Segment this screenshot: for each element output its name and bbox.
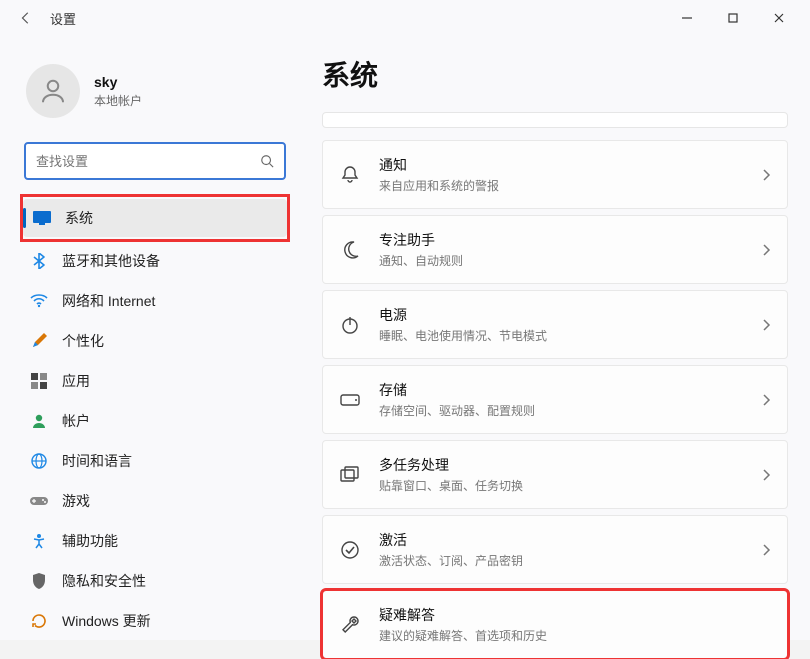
shield-icon [30, 572, 48, 590]
display-icon [33, 209, 51, 227]
card-subtitle: 贴靠窗口、桌面、任务切换 [379, 477, 743, 494]
sidebar: sky 本地帐户 系统 蓝牙和其他设 [0, 36, 300, 659]
apps-icon [30, 372, 48, 390]
card-partial-top[interactable] [322, 112, 788, 128]
back-button[interactable] [8, 0, 44, 36]
chevron-right-icon [761, 168, 771, 182]
nav-item-bluetooth[interactable]: 蓝牙和其他设备 [20, 242, 290, 280]
nav-item-privacy[interactable]: 隐私和安全性 [20, 562, 290, 600]
page-title: 系统 [322, 54, 788, 94]
nav-item-personalization[interactable]: 个性化 [20, 322, 290, 360]
multitask-icon [339, 466, 361, 484]
user-account-row[interactable]: sky 本地帐户 [20, 46, 290, 138]
card-subtitle: 存储空间、驱动器、配置规则 [379, 402, 743, 419]
search-icon [260, 154, 274, 168]
avatar [26, 64, 80, 118]
nav-label: 系统 [65, 208, 93, 228]
minimize-button[interactable] [664, 2, 710, 34]
card-subtitle: 来自应用和系统的警报 [379, 177, 743, 194]
nav-item-windows-update[interactable]: Windows 更新 [20, 602, 290, 640]
bluetooth-icon [30, 252, 48, 270]
settings-card-troubleshoot[interactable]: 疑难解答 建议的疑难解答、首选项和历史 [322, 590, 788, 659]
settings-card-storage[interactable]: 存储 存储空间、驱动器、配置规则 [322, 365, 788, 434]
chevron-right-icon [761, 393, 771, 407]
nav-item-accessibility[interactable]: 辅助功能 [20, 522, 290, 560]
nav-item-apps[interactable]: 应用 [20, 362, 290, 400]
nav-item-accounts[interactable]: 帐户 [20, 402, 290, 440]
globe-icon [30, 452, 48, 470]
accessibility-icon [30, 532, 48, 550]
chevron-right-icon [761, 243, 771, 257]
search-input[interactable] [26, 144, 284, 178]
card-title: 多任务处理 [379, 455, 743, 475]
user-name: sky [94, 74, 142, 90]
settings-card-activation[interactable]: 激活 激活状态、订阅、产品密钥 [322, 515, 788, 584]
brush-icon [30, 332, 48, 350]
nav-label: 帐户 [62, 411, 90, 431]
nav-label: 蓝牙和其他设备 [62, 251, 160, 271]
app-title: 设置 [50, 9, 76, 28]
card-title: 疑难解答 [379, 605, 771, 625]
settings-card-focus-assist[interactable]: 专注助手 通知、自动规则 [322, 215, 788, 284]
nav-label: 个性化 [62, 331, 104, 351]
nav-label: 游戏 [62, 491, 90, 511]
card-subtitle: 建议的疑难解答、首选项和历史 [379, 627, 771, 644]
update-icon [30, 612, 48, 630]
close-button[interactable] [756, 2, 802, 34]
user-subtitle: 本地帐户 [94, 92, 142, 109]
card-title: 电源 [379, 305, 743, 325]
settings-card-notifications[interactable]: 通知 来自应用和系统的警报 [322, 140, 788, 209]
settings-card-multitasking[interactable]: 多任务处理 贴靠窗口、桌面、任务切换 [322, 440, 788, 509]
card-title: 专注助手 [379, 230, 743, 250]
moon-icon [339, 240, 361, 260]
main-panel: 系统 通知 来自应用和系统的警报 专注助手 通知、自动规则 [300, 36, 810, 659]
nav-item-network[interactable]: 网络和 Internet [20, 282, 290, 320]
nav-item-system[interactable]: 系统 [23, 199, 287, 237]
gamepad-icon [30, 492, 48, 510]
chevron-right-icon [761, 318, 771, 332]
wrench-icon [339, 615, 361, 635]
titlebar: 设置 [0, 0, 810, 36]
nav-label: 网络和 Internet [62, 291, 155, 311]
card-subtitle: 睡眠、电池使用情况、节电模式 [379, 327, 743, 344]
card-title: 通知 [379, 155, 743, 175]
nav-label: 隐私和安全性 [62, 571, 146, 591]
drive-icon [339, 394, 361, 406]
maximize-button[interactable] [710, 2, 756, 34]
settings-card-power[interactable]: 电源 睡眠、电池使用情况、节电模式 [322, 290, 788, 359]
wifi-icon [30, 292, 48, 310]
nav-label: 辅助功能 [62, 531, 118, 551]
chevron-right-icon [761, 468, 771, 482]
card-title: 激活 [379, 530, 743, 550]
check-circle-icon [339, 540, 361, 560]
person-icon [30, 412, 48, 430]
nav-label: 应用 [62, 371, 90, 391]
power-icon [339, 315, 361, 335]
nav-item-time-language[interactable]: 时间和语言 [20, 442, 290, 480]
nav-label: Windows 更新 [62, 611, 151, 631]
card-title: 存储 [379, 380, 743, 400]
card-subtitle: 通知、自动规则 [379, 252, 743, 269]
chevron-right-icon [761, 543, 771, 557]
search-field[interactable] [24, 142, 286, 180]
card-subtitle: 激活状态、订阅、产品密钥 [379, 552, 743, 569]
nav-label: 时间和语言 [62, 451, 132, 471]
bell-icon [339, 165, 361, 185]
nav-list: 系统 蓝牙和其他设备 网络和 Internet 个性化 应用 [20, 196, 290, 640]
nav-item-gaming[interactable]: 游戏 [20, 482, 290, 520]
